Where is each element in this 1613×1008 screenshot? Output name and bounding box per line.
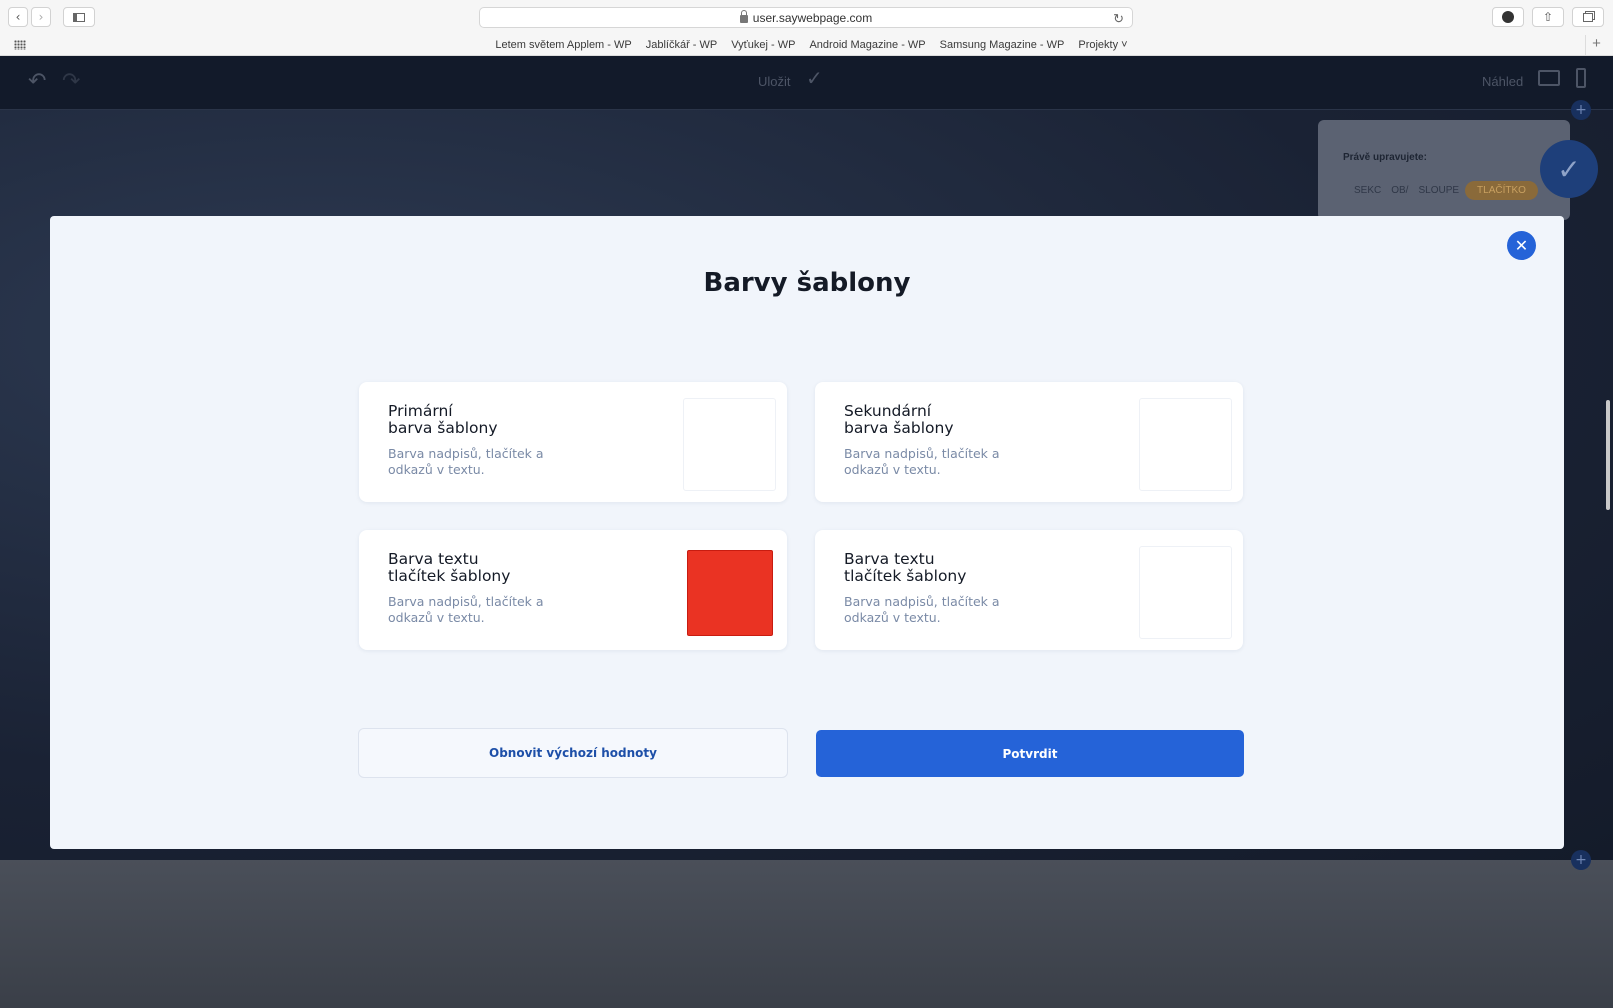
card-title: Primární barva šablony bbox=[388, 402, 498, 437]
card-description: Barva nadpisů, tlačítek a odkazů v textu… bbox=[388, 446, 544, 477]
back-button[interactable]: ‹ bbox=[8, 7, 28, 27]
card-description: Barva nadpisů, tlačítek a odkazů v textu… bbox=[844, 446, 1000, 477]
modal-title: Barvy šablony bbox=[703, 268, 911, 298]
color-swatch[interactable] bbox=[1139, 398, 1232, 491]
confirm-button[interactable]: Potvrdit bbox=[816, 730, 1244, 777]
reload-icon[interactable]: ↻ bbox=[1113, 11, 1124, 27]
share-button[interactable]: ⇧ bbox=[1532, 7, 1564, 27]
scrollbar[interactable] bbox=[1606, 400, 1610, 510]
desktop-view-icon[interactable] bbox=[1538, 70, 1560, 86]
tabs-icon bbox=[1583, 12, 1593, 22]
tabs-button[interactable] bbox=[1572, 7, 1604, 27]
close-button[interactable]: ✕ bbox=[1507, 231, 1536, 260]
bookmark-folder[interactable]: Projekty ˅ bbox=[1078, 39, 1127, 51]
sidebar-icon bbox=[73, 12, 85, 22]
confirm-edit-button[interactable]: ✓ bbox=[1540, 140, 1598, 198]
color-card-button-text[interactable]: Barva textu tlačítek šablony Barva nadpis… bbox=[359, 530, 787, 650]
close-icon: ✕ bbox=[1514, 236, 1529, 255]
reset-defaults-button[interactable]: Obnovit výchozí hodnoty bbox=[358, 728, 788, 778]
download-icon bbox=[1502, 11, 1514, 23]
forward-button[interactable]: › bbox=[31, 7, 51, 27]
element-tabs: SEKC OB/ SLOUPE TLAČÍTKO bbox=[1350, 181, 1538, 200]
color-card-button-text-secondary[interactable]: Barva textu tlačítek šablony Barva nadpis… bbox=[815, 530, 1243, 650]
downloads-button[interactable] bbox=[1492, 7, 1524, 27]
preview-label[interactable]: Náhled bbox=[1482, 74, 1523, 89]
bookmark-item[interactable]: Letem světem Applem - WP bbox=[495, 39, 631, 51]
add-section-icon[interactable]: + bbox=[1571, 850, 1591, 870]
chevron-down-icon: ˅ bbox=[1121, 39, 1128, 51]
url-text: user.saywebpage.com bbox=[752, 10, 873, 25]
color-card-secondary[interactable]: Sekundární barva šablony Barva nadpisů, t… bbox=[815, 382, 1243, 502]
element-tab[interactable]: OB/ bbox=[1387, 181, 1412, 200]
sidebar-toggle-button[interactable] bbox=[63, 7, 95, 27]
editing-label: Právě upravujete: bbox=[1343, 152, 1427, 163]
color-card-primary[interactable]: Primární barva šablony Barva nadpisů, tla… bbox=[359, 382, 787, 502]
share-icon: ⇧ bbox=[1542, 10, 1554, 24]
editing-panel bbox=[1318, 120, 1570, 220]
check-icon: ✓ bbox=[1557, 152, 1581, 186]
element-tab[interactable]: SLOUPE bbox=[1414, 181, 1463, 200]
page-lower-section bbox=[0, 860, 1613, 1008]
card-description: Barva nadpisů, tlačítek a odkazů v textu… bbox=[388, 594, 544, 625]
check-icon: ✓ bbox=[806, 68, 823, 90]
card-description: Barva nadpisů, tlačítek a odkazů v textu… bbox=[844, 594, 1000, 625]
save-button[interactable]: Uložit bbox=[758, 74, 791, 89]
element-tab-active[interactable]: TLAČÍTKO bbox=[1465, 181, 1538, 200]
card-title: Barva textu tlačítek šablony bbox=[388, 550, 511, 585]
bookmark-item[interactable]: Vyťukej - WP bbox=[731, 39, 795, 51]
editor-toolbar: ↶ ↷ Uložit ✓ Náhled bbox=[0, 56, 1613, 110]
bookmarks-bar: Letem světem Applem - WP Jablíčkář - WP … bbox=[0, 34, 1613, 56]
address-bar[interactable]: user.saywebpage.com ↻ bbox=[479, 7, 1133, 28]
browser-toolbar: ‹ › user.saywebpage.com ↻ ⇧ bbox=[0, 0, 1613, 34]
element-tab[interactable]: SEKC bbox=[1350, 181, 1385, 200]
chevron-left-icon: ‹ bbox=[15, 10, 21, 24]
new-tab-button[interactable]: + bbox=[1585, 35, 1607, 55]
color-swatch[interactable] bbox=[683, 398, 776, 491]
template-colors-modal: ✕ Barvy šablony Primární barva šablony Ba… bbox=[50, 216, 1564, 849]
mobile-view-icon[interactable] bbox=[1576, 68, 1586, 88]
color-swatch[interactable] bbox=[687, 550, 773, 636]
redo-icon[interactable]: ↷ bbox=[62, 68, 80, 94]
bookmark-item[interactable]: Samsung Magazine - WP bbox=[940, 39, 1065, 51]
add-section-icon[interactable]: + bbox=[1571, 100, 1591, 120]
color-swatch[interactable] bbox=[1139, 546, 1232, 639]
bookmark-item[interactable]: Jablíčkář - WP bbox=[646, 39, 718, 51]
chevron-right-icon: › bbox=[38, 10, 44, 24]
card-title: Sekundární barva šablony bbox=[844, 402, 954, 437]
bookmark-item[interactable]: Android Magazine - WP bbox=[809, 39, 925, 51]
undo-icon[interactable]: ↶ bbox=[28, 68, 46, 94]
lock-icon bbox=[739, 9, 748, 23]
card-title: Barva textu tlačítek šablony bbox=[844, 550, 967, 585]
